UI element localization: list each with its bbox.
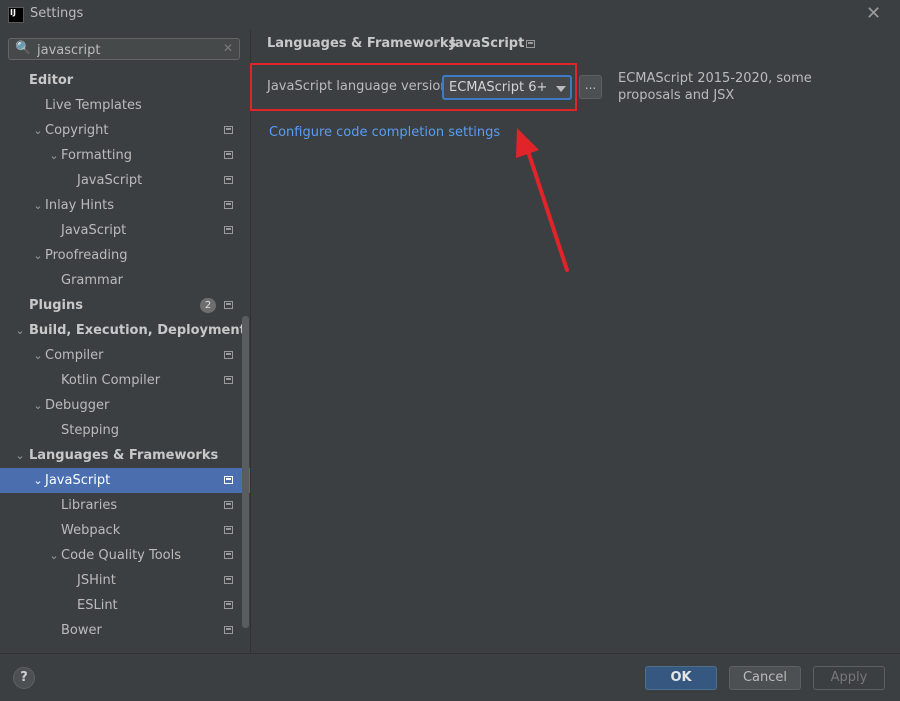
tree-item[interactable]: Plugins 2 [0,293,250,318]
dialog-footer: ? OK Cancel Apply [0,653,900,701]
tree-item[interactable]: ⌄ Languages & Frameworks [0,443,250,468]
tree-item[interactable]: JavaScript [0,218,250,243]
tree-item-label: Stepping [61,423,119,438]
tree-item[interactable]: Editor [0,68,250,93]
tree-item[interactable]: ⌄ Build, Execution, Deployment [0,318,250,343]
tree-item[interactable]: Grammar [0,268,250,293]
project-scope-icon [224,226,233,234]
chevron-down-icon[interactable]: ⌄ [32,393,44,418]
tree-item-label: Plugins [29,298,83,313]
tree-item-label: Proofreading [45,248,128,263]
tree-item-label: Grammar [61,273,124,288]
tree-item-label: Code Quality Tools [61,548,182,563]
project-scope-icon [224,126,233,134]
chevron-down-icon[interactable]: ⌄ [32,243,44,268]
tree-item[interactable]: Kotlin Compiler [0,368,250,393]
title-bar: Settings ✕ [0,0,900,30]
tree-item[interactable]: ⌄ JavaScript [0,468,250,493]
tree-item[interactable]: ESLint [0,593,250,618]
project-scope-icon [224,626,233,634]
annotation-arrow-shaft [524,143,569,272]
ok-button[interactable]: OK [645,666,717,690]
project-scope-icon [224,601,233,609]
tree-item-label: Webpack [61,523,121,538]
project-scope-icon [224,301,233,309]
tree-item[interactable]: ⌄ Code Quality Tools [0,543,250,568]
sidebar-scrollbar[interactable] [242,316,249,628]
project-scope-icon [224,526,233,534]
tree-item[interactable]: ⌄ Copyright [0,118,250,143]
tree-item-label: Live Templates [45,98,142,113]
tree-item[interactable]: Webpack [0,518,250,543]
tree-item[interactable]: Libraries [0,493,250,518]
tree-item-label: ESLint [77,598,118,613]
tree-item[interactable]: ⌄ Compiler [0,343,250,368]
project-scope-icon [224,551,233,559]
annotation-arrow [516,128,569,272]
window-title: Settings [30,6,84,21]
settings-sidebar: 🔍 ✕ EditorLive Templates⌄Copyright⌄Forma… [0,30,250,653]
chevron-down-icon[interactable]: ⌄ [32,468,44,493]
search-icon: 🔍 [15,41,32,56]
tree-item[interactable]: JSHint [0,568,250,593]
tree-item-label: JSHint [77,573,116,588]
chevron-down-icon[interactable]: ⌄ [48,143,60,168]
project-scope-icon [224,576,233,584]
tree-item[interactable]: Stepping [0,418,250,443]
tree-item-label: Build, Execution, Deployment [29,323,246,338]
search-input[interactable] [37,42,217,58]
project-scope-icon [224,201,233,209]
chevron-down-icon[interactable]: ⌄ [48,543,60,568]
tree-item-label: Kotlin Compiler [61,373,161,388]
tree-item-label: JavaScript [61,223,127,238]
tree-item[interactable]: ⌄ Proofreading [0,243,250,268]
tree-item[interactable]: Bower [0,618,250,643]
tree-item-label: Libraries [61,498,118,513]
help-button[interactable]: ? [13,667,35,689]
settings-search-box[interactable]: 🔍 ✕ [8,38,240,60]
chevron-down-icon[interactable]: ⌄ [32,118,44,143]
update-count-badge: 2 [200,298,216,313]
chevron-down-icon[interactable]: ⌄ [32,343,44,368]
project-scope-icon [224,376,233,384]
chevron-down-icon[interactable]: ⌄ [14,318,26,343]
project-scope-icon [224,176,233,184]
tree-item[interactable]: ⌄ Inlay Hints [0,193,250,218]
clear-search-icon[interactable]: ✕ [223,41,233,55]
intellij-app-icon [8,7,24,23]
tree-item-label: Bower [61,623,102,638]
project-scope-icon [224,351,233,359]
annotation-arrow-head [516,128,539,158]
close-icon[interactable]: ✕ [866,3,881,24]
tree-item-label: Inlay Hints [45,198,114,213]
tree-item-label: Editor [29,73,74,88]
project-scope-icon [224,151,233,159]
apply-button[interactable]: Apply [813,666,885,690]
chevron-down-icon[interactable]: ⌄ [14,443,26,468]
tree-item[interactable]: ⌄ Formatting [0,143,250,168]
tree-item-label: Formatting [61,148,133,163]
project-scope-icon [224,476,233,484]
tree-item[interactable]: JavaScript [0,168,250,193]
tree-item-label: Debugger [45,398,110,413]
cancel-button[interactable]: Cancel [729,666,801,690]
tree-item-label: JavaScript [77,173,143,188]
tree-item-label: Languages & Frameworks [29,448,219,463]
tree-item[interactable]: ⌄ Debugger [0,393,250,418]
chevron-down-icon[interactable]: ⌄ [32,193,44,218]
tree-item-label: Compiler [45,348,104,363]
project-scope-icon [224,501,233,509]
tree-item[interactable]: Live Templates [0,93,250,118]
tree-item-label: Copyright [45,123,109,138]
tree-item-label: JavaScript [45,473,111,488]
